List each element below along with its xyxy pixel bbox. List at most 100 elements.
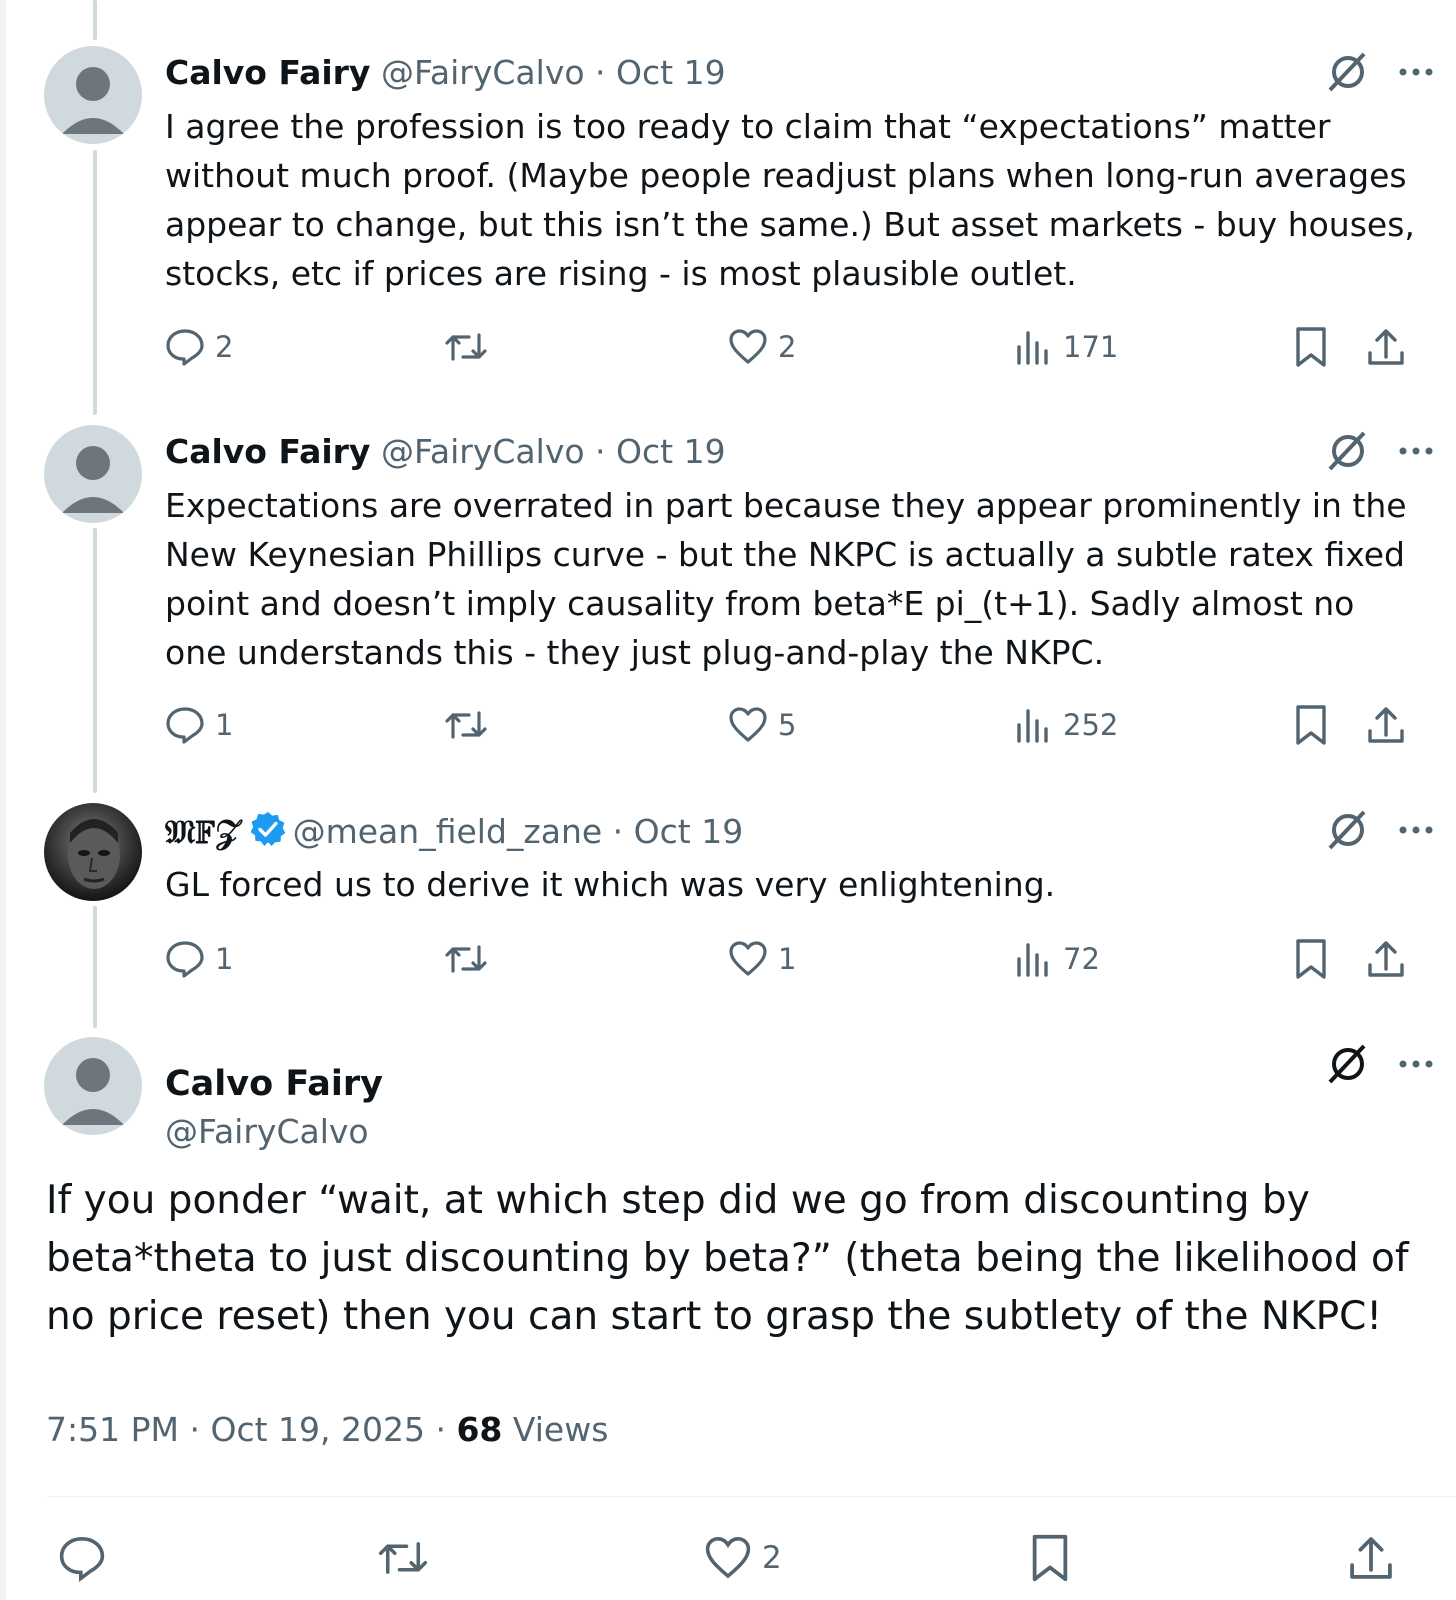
thread-line — [93, 150, 97, 415]
views-icon — [1017, 709, 1048, 743]
author-handle[interactable]: @FairyCalvo — [381, 432, 585, 471]
reply-button[interactable] — [58, 1530, 106, 1586]
retweet-button[interactable] — [443, 934, 499, 984]
author-handle[interactable]: @FairyCalvo — [381, 53, 585, 92]
reply-button[interactable]: 1 — [165, 700, 233, 750]
grok-icon[interactable] — [1326, 50, 1370, 94]
tweet-meta: 7:51 PM · Oct 19, 2025 · 68 Views — [46, 1408, 608, 1452]
like-icon — [729, 329, 767, 364]
views-icon — [1017, 943, 1048, 977]
tweet-top-icons — [1326, 808, 1436, 852]
action-bar: 2 — [46, 1530, 1446, 1586]
reply-icon — [166, 707, 204, 744]
divider — [46, 1496, 1456, 1497]
tweet-date[interactable]: Oct 19 — [634, 812, 744, 851]
views-count: 252 — [1063, 708, 1119, 742]
more-icon[interactable] — [1396, 429, 1436, 473]
like-button[interactable]: 1 — [728, 934, 796, 984]
views-icon — [1017, 331, 1048, 365]
tweet-header: Calvo Fairy @FairyCalvo · Oct 19 — [165, 52, 726, 94]
more-icon[interactable] — [1396, 1042, 1436, 1086]
tweet-top-icons — [1326, 429, 1436, 473]
tweet-date[interactable]: Oct 19 — [616, 53, 726, 92]
avatar[interactable] — [44, 803, 142, 901]
reply-button[interactable]: 1 — [165, 934, 233, 984]
views-button[interactable]: 72 — [1013, 934, 1100, 984]
bookmark-button[interactable] — [1026, 1530, 1074, 1586]
views-button[interactable]: 252 — [1013, 700, 1118, 750]
like-button[interactable]: 5 — [728, 700, 796, 750]
separator-dot: · — [595, 53, 606, 92]
share-button[interactable] — [1365, 322, 1407, 372]
verified-badge-icon — [250, 812, 285, 846]
avatar[interactable] — [44, 1037, 142, 1135]
retweet-button[interactable] — [443, 322, 499, 372]
author-handle[interactable]: @mean_field_zane — [293, 812, 603, 851]
tweet-date[interactable]: Oct 19 — [616, 432, 726, 471]
grok-icon[interactable] — [1326, 429, 1370, 473]
default-avatar-icon — [62, 446, 124, 513]
author-name[interactable]: Calvo Fairy — [165, 432, 370, 471]
more-icon[interactable] — [1396, 50, 1436, 94]
author-handle[interactable]: @FairyCalvo — [165, 1110, 369, 1154]
thread-line — [93, 906, 97, 1028]
views-count[interactable]: 68 — [456, 1410, 502, 1449]
share-icon — [1368, 329, 1404, 365]
like-button[interactable]: 2 — [704, 1530, 782, 1586]
tweet-text: I agree the profession is too ready to c… — [165, 107, 1415, 293]
reply-icon — [59, 1536, 105, 1582]
bookmark-button[interactable] — [1291, 700, 1331, 750]
author-name[interactable]: Calvo Fairy — [165, 53, 370, 92]
like-icon — [705, 1536, 751, 1579]
action-bar: 2 2 171 — [165, 322, 1445, 372]
tweet-text: Expectations are overrated in part becau… — [165, 486, 1407, 672]
retweet-button[interactable] — [443, 700, 499, 750]
avatar[interactable] — [44, 425, 142, 523]
retweet-icon — [445, 945, 487, 973]
tweet-time[interactable]: 7:51 PM — [46, 1410, 179, 1449]
like-count: 2 — [778, 330, 797, 364]
bookmark-icon — [1296, 705, 1326, 745]
like-count: 1 — [778, 942, 797, 976]
retweet-icon — [445, 711, 487, 739]
views-count: 171 — [1063, 330, 1119, 364]
grok-icon[interactable] — [1326, 808, 1370, 852]
share-button[interactable] — [1365, 700, 1407, 750]
bookmark-button[interactable] — [1291, 934, 1331, 984]
share-button[interactable] — [1365, 934, 1407, 984]
share-icon — [1368, 941, 1404, 977]
like-count: 2 — [762, 1540, 782, 1576]
grok-icon[interactable] — [1326, 1042, 1370, 1086]
separator-dot: · — [189, 1410, 200, 1449]
page-left-edge — [0, 0, 6, 1600]
separator-dot: · — [612, 812, 624, 851]
like-count: 5 — [778, 708, 797, 742]
tweet-header: 𝔐𝔽𝒵 @mean_field_zane · Oct 19 — [165, 810, 743, 853]
avatar[interactable] — [44, 46, 142, 144]
reply-button[interactable]: 2 — [165, 322, 233, 372]
reply-icon — [166, 329, 204, 366]
bookmark-button[interactable] — [1291, 322, 1331, 372]
share-icon — [1350, 1537, 1392, 1579]
bookmark-icon — [1296, 327, 1326, 367]
default-avatar-icon — [62, 67, 124, 134]
tweet-header: Calvo Fairy @FairyCalvo · Oct 19 — [165, 431, 726, 473]
separator-dot: · — [595, 432, 606, 471]
profile-photo-icon — [68, 819, 120, 889]
reply-count: 1 — [215, 942, 234, 976]
views-label[interactable]: Views — [513, 1410, 609, 1449]
author-name[interactable]: 𝔐𝔽𝒵 — [165, 812, 241, 851]
more-icon[interactable] — [1396, 808, 1436, 852]
tweet-top-icons — [1326, 1042, 1436, 1086]
share-button[interactable] — [1346, 1530, 1396, 1586]
tweet-top-icons — [1326, 50, 1436, 94]
thread-line — [93, 0, 97, 40]
tweet-date[interactable]: Oct 19, 2025 — [210, 1410, 425, 1449]
bookmark-icon — [1296, 939, 1326, 979]
like-button[interactable]: 2 — [728, 322, 796, 372]
views-count: 72 — [1063, 942, 1100, 976]
retweet-button[interactable] — [376, 1530, 430, 1586]
author-name[interactable]: Calvo Fairy — [165, 1062, 383, 1106]
share-icon — [1368, 707, 1404, 743]
views-button[interactable]: 171 — [1013, 322, 1118, 372]
